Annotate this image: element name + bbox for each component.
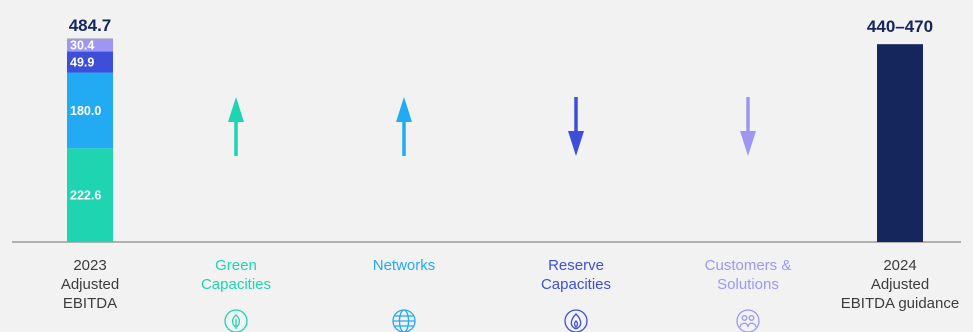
guidance-label-2024: 440–470 (867, 17, 933, 36)
bar-label-2023-0: 222.6 (70, 189, 101, 203)
category-label-green: Green Capacities (200, 257, 272, 293)
category-label-reserve: Reserve Capacities (540, 257, 612, 293)
globe-icon (392, 309, 416, 332)
arrow-up-networks (396, 97, 412, 122)
leaf-icon (224, 309, 248, 332)
arrow-down-reserve (568, 131, 584, 156)
category-label-customers: Customers & Solutions (704, 257, 792, 293)
bar-label-2023-2: 49.9 (70, 56, 94, 70)
bar-label-2023-1: 180.0 (70, 104, 101, 118)
bar-2024-guidance (877, 44, 923, 242)
category-label-networks: Networks (372, 257, 436, 274)
category-label-2024: 2024 Adjusted EBITDA guidance (840, 257, 960, 312)
arrow-down-customers (740, 131, 756, 156)
bar-label-2023-3: 30.4 (70, 39, 94, 53)
bar-segment-2023-4 (67, 38, 113, 39)
category-label-2023: 2023 Adjusted EBITDA (60, 257, 120, 312)
total-label-2023: 484.7 (69, 16, 112, 35)
arrow-up-green (228, 97, 244, 122)
people-icon (736, 309, 760, 332)
flame-icon (564, 309, 588, 332)
